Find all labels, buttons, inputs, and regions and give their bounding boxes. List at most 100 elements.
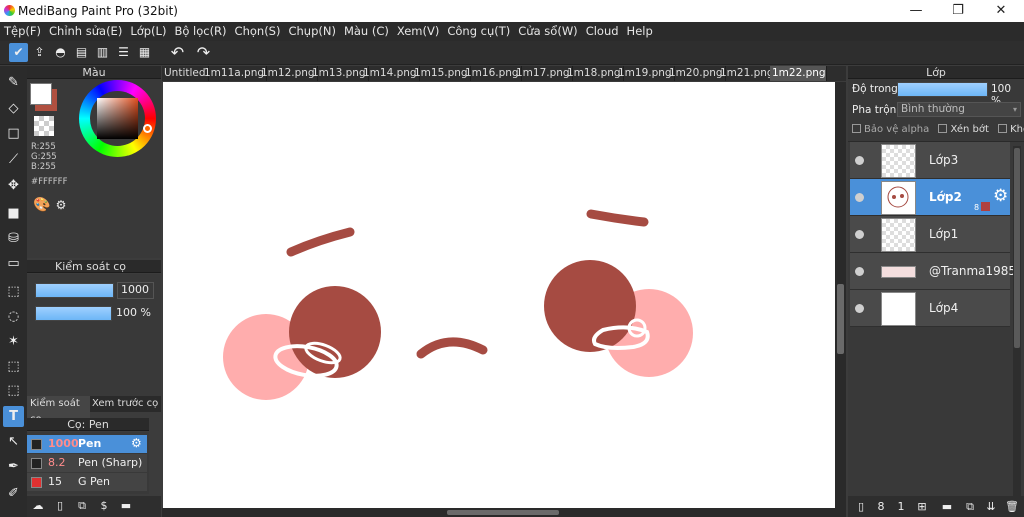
menu-file[interactable]: Tệp(F) [0,22,45,41]
text-tool-icon[interactable]: T [3,406,24,427]
brush-item-pen-sharp[interactable]: 8.2 Pen (Sharp) [27,454,147,472]
menu-snap[interactable]: Chụp(N) [284,22,339,41]
menu-view[interactable]: Xem(V) [393,22,443,41]
minimize-button[interactable]: — [896,0,936,22]
brush-opacity-slider[interactable] [35,306,112,321]
tab-1m18[interactable]: 1m18.png [565,66,624,81]
new-layer-icon[interactable]: ▯ [853,499,869,515]
merge-layer-icon[interactable]: ⇊ [983,499,999,515]
layer-row-active[interactable]: Lớp2 8 ⚙ [850,179,1010,216]
new-8bit-layer-icon[interactable]: 8 [873,499,889,515]
fill-rect-tool-icon[interactable]: ■ [3,203,24,224]
add-layer-menu-icon[interactable]: ⊞ [914,499,930,515]
maximize-button[interactable]: ❐ [938,0,978,22]
protect-alpha-checkbox[interactable]: Bảo vệ alpha [852,124,929,135]
pen-tool-icon[interactable]: ✒ [3,456,24,477]
operation-tool-icon[interactable]: ↖ [3,431,24,452]
rectangle-tool-icon[interactable]: □ [3,123,24,144]
grid-panel-icon[interactable]: ▦ [135,43,154,62]
tab-1m11a[interactable]: 1m11a.png [202,66,268,81]
brush-item-g-pen[interactable]: 15 G Pen [27,473,147,491]
select-tool-icon[interactable]: ⬚ [3,281,24,302]
layer-scrollbar[interactable] [1013,146,1021,506]
magic-wand-tool-icon[interactable]: ✶ [3,331,24,352]
tab-1m15[interactable]: 1m15.png [412,66,471,81]
close-button[interactable]: ✕ [981,0,1021,22]
menu-window[interactable]: Cửa sổ(W) [514,22,581,41]
menu-help[interactable]: Help [623,22,657,41]
visibility-icon[interactable] [855,230,864,239]
text-panel-icon[interactable]: ▤ [72,43,91,62]
folder-icon[interactable]: ▬ [118,498,134,514]
snap-toggle-icon[interactable]: ✔ [9,43,28,62]
folder-icon[interactable]: ▬ [939,499,955,515]
menu-color[interactable]: Màu (C) [340,22,393,41]
brush-size-value[interactable]: 1000 [117,282,154,299]
layer-panel-icon[interactable]: ▥ [93,43,112,62]
eyedropper-tool-icon[interactable]: ✐ [3,483,24,504]
duplicate-layer-icon[interactable]: ⧉ [962,499,978,515]
list-panel-icon[interactable]: ☰ [114,43,133,62]
duplicate-brush-icon[interactable]: ⧉ [74,498,90,514]
tab-1m21[interactable]: 1m21.png [718,66,777,81]
saturation-square[interactable] [97,98,138,139]
redo-icon[interactable]: ↷ [194,43,213,62]
layer-row[interactable]: Lớp4 [850,290,1010,327]
tab-1m14[interactable]: 1m14.png [361,66,420,81]
brush-item-pen[interactable]: 1000 Pen ⚙ [27,435,147,453]
cloud-brush-icon[interactable]: ☁ [30,498,46,514]
primary-color-swatch[interactable] [30,83,52,105]
menu-select[interactable]: Chọn(S) [231,22,285,41]
brush-tool-icon[interactable]: ✎ [3,72,24,93]
hue-wheel[interactable] [79,80,156,157]
clipping-checkbox[interactable]: Xén bớt [938,124,989,135]
tab-1m20[interactable]: 1m20.png [667,66,726,81]
select-pen-tool-icon[interactable]: ⬚ [3,356,24,377]
export-icon[interactable]: ⇪ [30,43,49,62]
visibility-icon[interactable] [855,156,864,165]
visibility-icon[interactable] [855,193,864,202]
menu-edit[interactable]: Chỉnh sửa(E) [45,22,126,41]
eraser-tool-icon[interactable]: ◇ [3,98,24,119]
new-brush-icon[interactable]: ▯ [52,498,68,514]
undo-icon[interactable]: ↶ [168,43,187,62]
new-1bit-layer-icon[interactable]: 1 [893,499,909,515]
tab-1m19[interactable]: 1m19.png [616,66,675,81]
transparent-color-swatch[interactable] [34,116,54,136]
tab-1m22[interactable]: 1m22.png [770,66,827,81]
visibility-icon[interactable] [855,304,864,313]
menu-layer[interactable]: Lớp(L) [126,22,170,41]
brush-size-slider[interactable] [35,283,114,298]
bucket-tool-icon[interactable]: ⛁ [3,228,24,249]
lock-checkbox[interactable]: Khóa [998,124,1024,135]
vertical-scroll-thumb[interactable] [837,284,844,354]
tab-1m16[interactable]: 1m16.png [463,66,522,81]
tab-brush-preview[interactable]: Xem trước cọ [92,396,158,412]
lasso-tool-icon[interactable]: ◌ [3,306,24,327]
dot-brush-tool-icon[interactable]: ⟋ [3,149,24,170]
visibility-icon[interactable] [855,267,864,276]
brush-script-icon[interactable]: $ [96,498,112,514]
horizontal-scrollbar[interactable] [162,508,846,517]
vertical-scrollbar[interactable] [835,82,846,508]
gradient-tool-icon[interactable]: ▭ [3,253,24,274]
speech-bubble-icon[interactable]: ◓ [51,43,70,62]
layer-row[interactable]: @Tranma1985 [850,253,1016,290]
palette-settings-icon[interactable]: ⚙ [53,197,69,213]
move-tool-icon[interactable]: ✥ [3,175,24,196]
layer-row[interactable]: Lớp3 [850,142,1010,179]
layer-opacity-slider[interactable] [897,82,988,97]
select-eraser-tool-icon[interactable]: ⬚ [3,380,24,401]
layer-settings-icon[interactable]: ⚙ [993,186,1008,206]
tab-1m13[interactable]: 1m13.png [310,66,369,81]
brush-settings-icon[interactable]: ⚙ [131,436,142,450]
menu-cloud[interactable]: Cloud [582,22,623,41]
menu-tools[interactable]: Công cụ(T) [443,22,514,41]
drawing-canvas[interactable] [163,82,835,508]
hue-handle[interactable] [143,124,152,133]
blend-mode-select[interactable]: Bình thường ▾ [897,102,1021,117]
delete-layer-icon[interactable]: 🗑 [1004,499,1020,515]
menu-filter[interactable]: Bộ lọc(R) [170,22,230,41]
horizontal-scroll-thumb[interactable] [447,510,559,515]
tab-1m17[interactable]: 1m17.png [514,66,573,81]
